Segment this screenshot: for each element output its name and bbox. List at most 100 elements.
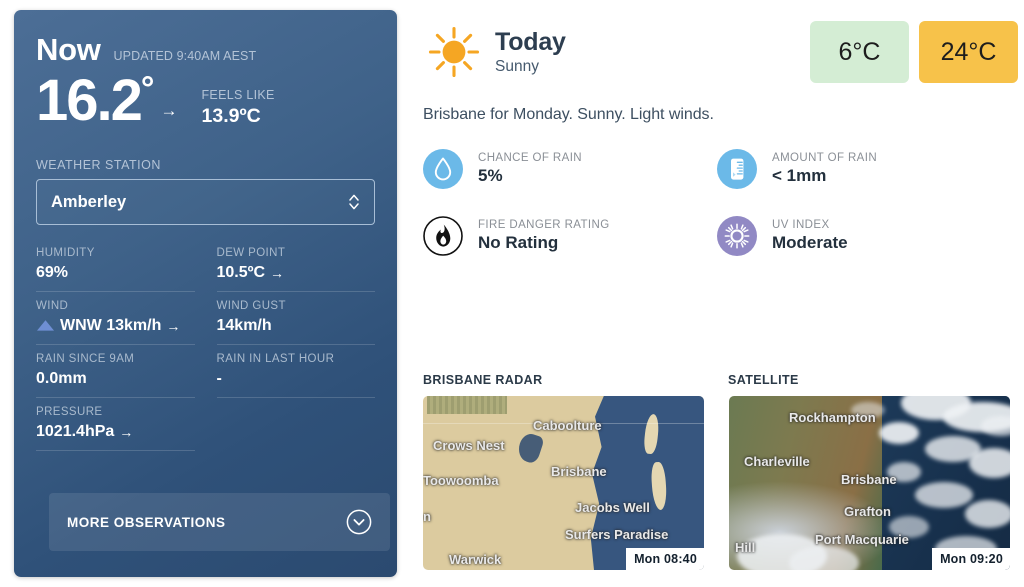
observation-trend-icon: → (119, 423, 134, 440)
current-temperature: 16.2° (36, 72, 155, 130)
satellite-map-title: SATELLITE (728, 373, 799, 387)
today-header-row: Today Sunny 6°C 24°C (423, 18, 1018, 86)
last-updated-text: UPDATED 9:40AM AEST (113, 49, 257, 63)
degree-symbol: ° (140, 70, 155, 108)
current-temperature-value: 16.2 (36, 68, 143, 133)
satellite-thumbnail[interactable]: Rockhampton Charleville Brisbane Grafton… (729, 396, 1010, 570)
observation-value: 14km/h (216, 316, 272, 334)
map-place-label: Warwick (449, 552, 502, 567)
metric-amount-of-rain: AMOUNT OF RAIN < 1mm (717, 149, 1018, 189)
metric-value: Moderate (772, 233, 848, 252)
map-place-label: Brisbane (841, 472, 897, 487)
observation-value: 10.5ºC (216, 263, 266, 281)
metric-label: CHANCE OF RAIN (478, 152, 582, 164)
rain-droplet-icon (423, 149, 463, 189)
observation-trend-icon: → (166, 317, 181, 334)
weather-page: Now UPDATED 9:40AM AEST 16.2° → FEELS LI… (0, 0, 1024, 587)
map-titles-row: BRISBANE RADAR SATELLITE (423, 373, 1021, 387)
observation-value: 1021.4hPa (36, 422, 115, 440)
maps-section: BRISBANE RADAR SATELLITE Caboolture Crow… (423, 373, 1021, 570)
sunny-icon (423, 23, 485, 81)
current-observations-panel: Now UPDATED 9:40AM AEST 16.2° → FEELS LI… (14, 10, 397, 577)
observation-value-wrap: 69% (36, 263, 195, 282)
map-place-label: Toowoomba (423, 473, 499, 488)
map-place-label: Crows Nest (433, 438, 505, 453)
observation-label: RAIN SINCE 9AM (36, 353, 135, 365)
observation-cell: RAIN SINCE 9AM 0.0mm (36, 345, 195, 398)
satellite-timestamp: Mon 09:20 (932, 548, 1010, 570)
metric-value: No Rating (478, 233, 559, 252)
observation-label: HUMIDITY (36, 247, 95, 259)
metric-text-block: AMOUNT OF RAIN < 1mm (772, 152, 877, 186)
observation-value-wrap: 1021.4hPa → (36, 422, 195, 441)
map-place-label: Surfers Paradise (565, 527, 669, 542)
metric-value: < 1mm (772, 166, 827, 185)
weather-station-select[interactable]: Amberley (36, 179, 375, 225)
observation-value-wrap: 14km/h (217, 316, 376, 335)
observations-grid: HUMIDITY 69% DEW POINT 10.5ºC → WIND WNW… (36, 239, 375, 451)
map-place-label: Hill (735, 540, 756, 555)
map-place-label: Brisbane (551, 464, 607, 479)
observation-cell: HUMIDITY 69% (36, 239, 195, 292)
metric-value: 5% (478, 166, 503, 185)
now-title: Now (36, 32, 101, 67)
fire-danger-icon (423, 216, 463, 256)
temperature-badges: 6°C 24°C (810, 21, 1018, 83)
brisbane-radar-thumbnail[interactable]: Caboolture Crows Nest Toowoomba Brisbane… (423, 396, 704, 570)
observation-value-wrap: WNW 13km/h → (36, 316, 195, 335)
observation-cell: RAIN IN LAST HOUR - (216, 345, 376, 398)
map-place-label: Port Macquarie (815, 532, 909, 547)
observation-cell: WIND WNW 13km/h → (36, 292, 195, 345)
temperature-trend-arrow-icon: → (160, 101, 178, 120)
observation-label: PRESSURE (36, 406, 103, 418)
metric-text-block: FIRE DANGER RATING No Rating (478, 219, 610, 253)
metric-label: UV INDEX (772, 219, 830, 231)
metric-label: AMOUNT OF RAIN (772, 152, 878, 164)
map-place-label: Charleville (744, 454, 810, 469)
radar-map-title: BRISBANE RADAR (423, 373, 543, 387)
forecast-summary-text: Brisbane for Monday. Sunny. Light winds. (423, 106, 714, 123)
more-observations-label: MORE OBSERVATIONS (67, 514, 226, 530)
observation-cell-empty (217, 398, 376, 451)
map-place-label: n (423, 509, 431, 524)
observation-value-wrap (217, 410, 376, 429)
feels-like-label: FEELS LIKE (201, 88, 275, 102)
radar-vegetation-band (427, 396, 507, 414)
today-title: Today (495, 28, 566, 56)
today-condition: Sunny (495, 58, 539, 75)
today-forecast-panel: Today Sunny 6°C 24°C Brisbane for Monday… (423, 18, 1018, 256)
today-text-block: Today Sunny (495, 28, 566, 76)
feels-like-block: FEELS LIKE 13.9ºC (202, 72, 275, 128)
now-header: Now UPDATED 9:40AM AEST (36, 32, 375, 68)
observation-value: 0.0mm (36, 369, 87, 387)
metric-text-block: UV INDEX Moderate (772, 219, 848, 253)
more-observations-button[interactable]: MORE OBSERVATIONS (49, 493, 390, 551)
metric-label: FIRE DANGER RATING (478, 219, 610, 231)
observation-value-wrap: - (217, 369, 376, 388)
map-place-label: Jacobs Well (575, 500, 650, 515)
observation-value-wrap: 0.0mm (36, 369, 195, 388)
weather-station-value: Amberley (51, 192, 127, 211)
metric-fire-danger-rating: FIRE DANGER RATING No Rating (423, 216, 717, 256)
wind-direction-triangle-icon (36, 319, 55, 332)
uv-sun-icon (717, 216, 757, 256)
map-place-label: Grafton (844, 504, 891, 519)
map-thumbnails-row: Caboolture Crows Nest Toowoomba Brisbane… (423, 396, 1021, 570)
feels-like-value: 13.9ºC (201, 105, 261, 127)
rain-gauge-icon (717, 149, 757, 189)
observation-value: WNW 13km/h (60, 316, 162, 334)
current-temperature-row: 16.2° → FEELS LIKE 13.9ºC (36, 72, 375, 130)
observation-cell: PRESSURE 1021.4hPa → (36, 398, 195, 451)
map-place-label: Caboolture (533, 418, 602, 433)
observation-label: WIND (36, 300, 69, 312)
radar-timestamp: Mon 08:40 (626, 548, 704, 570)
observation-value: 69% (36, 263, 69, 281)
map-place-label: Rockhampton (789, 410, 876, 425)
observation-label: DEW POINT (216, 247, 286, 259)
up-down-chevron-icon (348, 192, 360, 212)
metric-text-block: CHANCE OF RAIN 5% (478, 152, 582, 186)
observation-cell: DEW POINT 10.5ºC → (216, 239, 375, 292)
observation-label: WIND GUST (216, 300, 286, 312)
chevron-down-circle-icon (346, 509, 372, 535)
observation-trend-icon: → (270, 264, 285, 281)
